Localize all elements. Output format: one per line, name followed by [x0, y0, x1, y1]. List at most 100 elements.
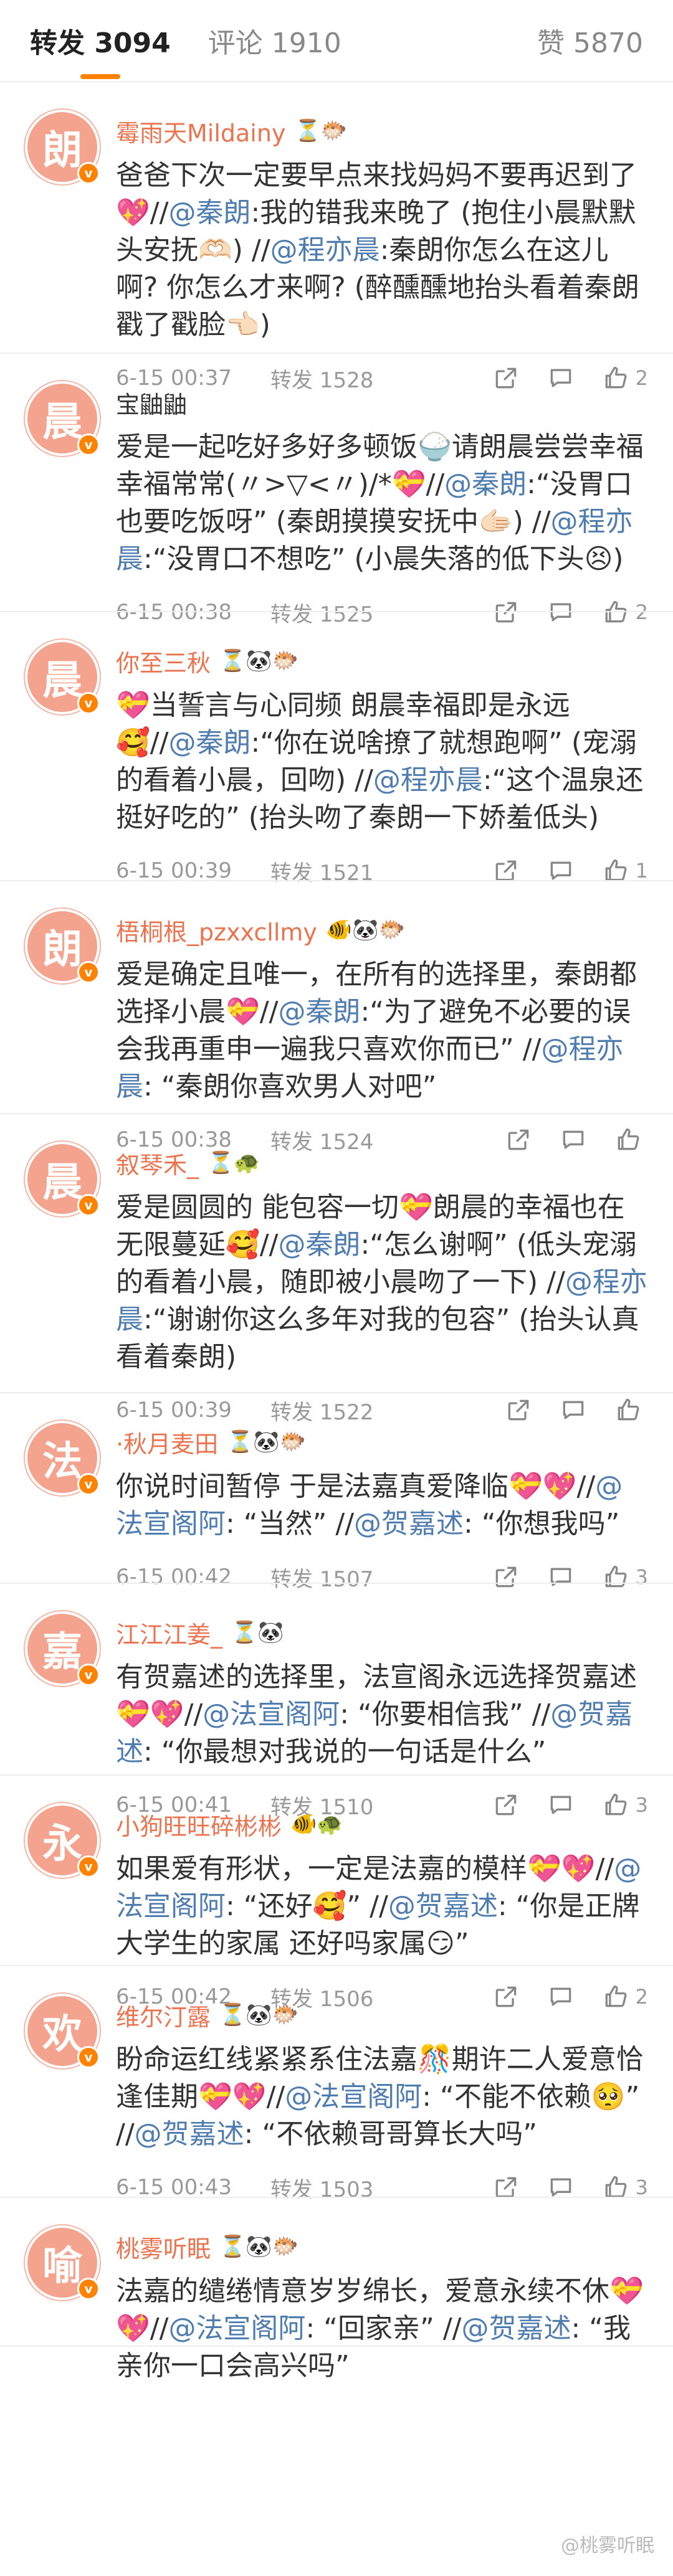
text-segment: :“谢谢你这么多年对我的包容” (抬头认真看着秦朗) [116, 1304, 639, 1373]
avatar[interactable]: 喻v [25, 2225, 100, 2300]
mention-link[interactable]: @贺嘉述 [461, 2313, 571, 2344]
text-segment: : “你要相信我” // [340, 1698, 551, 1730]
user-badges: ⏳🐼🐡 [219, 2002, 299, 2027]
user-badges: ⏳🐼🐡 [219, 2234, 299, 2259]
comment-button[interactable] [547, 2174, 575, 2201]
timestamp: 6-15 00:43 [116, 2175, 232, 2200]
mention-link[interactable]: @贺嘉述 [354, 1508, 464, 1540]
tab-comment[interactable]: 评论 1910 [208, 21, 341, 60]
user-row: 叙琴禾_ ⏳🐢 [116, 1145, 648, 1180]
like-count: 3 [635, 2176, 648, 2199]
username[interactable]: 叙琴禾_ [116, 1146, 199, 1180]
comment-button[interactable] [547, 857, 575, 884]
thumbs-up-icon [605, 2176, 627, 2198]
verified-badge-icon: v [77, 2278, 100, 2300]
repost-item: 欢 v 维尔汀露 ⏳🐼🐡 盼命运红线紧紧系住法嘉🎊期许二人爱意恰逢佳期💝💖//@法宣阁阿… [0, 1966, 673, 2202]
avatar-glyph: 法 [42, 1438, 82, 1485]
comment-icon [550, 861, 571, 880]
verified-badge-icon: v [77, 1855, 100, 1878]
verified-badge-icon: v [77, 1473, 100, 1495]
avatar[interactable]: 朗v [25, 909, 100, 983]
mention-link[interactable]: @秦朗 [278, 1229, 360, 1261]
user-row: 宝鼬鼬 [116, 385, 648, 420]
mention-link[interactable]: @秦朗 [168, 727, 251, 759]
verified-badge-icon: v [77, 1664, 100, 1686]
user-badges: ⏳🐼🐡 [219, 648, 299, 673]
user-badges: 🐠🐼🐡 [325, 917, 405, 942]
avatar-glyph: 喻 [42, 2243, 82, 2290]
mention-link[interactable]: @秦朗 [444, 468, 527, 500]
mention-link[interactable]: @法宣阁阿 [285, 2081, 422, 2113]
avatar[interactable]: 法v [25, 1421, 100, 1495]
repost-text: 法嘉的缱绻情意岁岁绵长，爱意永续不休💝💖//@法宣阁阿: “回家亲” //@贺嘉… [116, 2273, 648, 2385]
avatar[interactable]: 晨v [25, 1142, 100, 1216]
text-segment: :“没胃口不想吃” (小晨失落的低下头😣) [143, 543, 624, 575]
user-row: 桃雾听眠 ⏳🐼🐡 [116, 2229, 648, 2264]
verified-badge-icon: v [77, 2046, 100, 2068]
username[interactable]: 小狗旺旺碎彬彬 [116, 1807, 282, 1842]
username[interactable]: 霉雨天Mildainy [116, 114, 285, 148]
repost-text: 爱是一起吃好多好多顿饭🍚请朗晨尝尝幸福 幸福常常(〃>▽<〃)/*💝//@秦朗:… [116, 429, 648, 578]
avatar[interactable]: 永v [25, 1803, 100, 1878]
text-segment: : “当然” // [226, 1508, 355, 1540]
share-button[interactable] [492, 2174, 520, 2201]
repost-text: 有贺嘉述的选择里，法宣阁永远选择贺嘉述💝💖//@法宣阁阿: “你要相信我” //… [116, 1659, 648, 1771]
username[interactable]: 维尔汀露 [116, 1998, 211, 2032]
repost-text: 爱是圆圆的 能包容一切💝朗晨的幸福也在无限蔓延🥰//@秦朗:“怎么谢啊” (低头… [116, 1189, 648, 1376]
like-button[interactable]: 1 [602, 857, 648, 884]
like-button[interactable]: 3 [602, 2174, 648, 2201]
text-segment: : “回家亲” // [305, 2313, 462, 2344]
verified-badge-icon: v [77, 433, 100, 456]
share-icon [495, 860, 516, 881]
user-row: 霉雨天Mildainy ⏳🐡 [116, 113, 648, 148]
thumbs-up-icon [605, 859, 627, 881]
verified-badge-icon: v [77, 162, 100, 184]
text-segment: 如果爱有形状，一定是法嘉的模样💝💖// [116, 1853, 614, 1885]
username[interactable]: 梧桐根_pzxxcllmy [116, 913, 317, 947]
user-badges: ⏳🐡 [294, 118, 348, 143]
repost-text: 你说时间暂停 于是法嘉真爱降临💝💖//@法宣阁阿: “当然” //@贺嘉述: “… [116, 1468, 648, 1543]
username[interactable]: ·秋月麦田 [116, 1425, 218, 1459]
avatar[interactable]: 欢v [25, 1994, 100, 2068]
username[interactable]: 宝鼬鼬 [116, 386, 187, 420]
mention-link[interactable]: @秦朗 [278, 996, 360, 1028]
user-row: 你至三秋 ⏳🐼🐡 [116, 643, 648, 678]
mention-link[interactable]: @贺嘉述 [135, 2118, 244, 2150]
user-badges: ⏳🐢 [208, 1150, 260, 1175]
tab-like[interactable]: 赞 5870 [537, 21, 643, 60]
repost-text: 爸爸下次一定要早点来找妈妈不要再迟到了💖//@秦朗:我的错我来晚了 (抱住小晨默… [116, 157, 648, 344]
avatar[interactable]: 晨v [25, 381, 100, 456]
mention-link[interactable]: @秦朗 [168, 197, 251, 229]
avatar-glyph: 永 [42, 1821, 82, 1867]
repost-item: 喻 v 桃雾听眠 ⏳🐼🐡 法嘉的缱绻情意岁岁绵长，爱意永续不休💝💖//@法宣阁阿: “回… [0, 2198, 673, 2382]
user-row: ·秋月麦田 ⏳🐼🐡 [116, 1424, 648, 1459]
verified-badge-icon: v [77, 961, 100, 983]
avatar[interactable]: 嘉v [25, 1611, 100, 1686]
avatar[interactable]: 朗v [25, 110, 100, 184]
avatar[interactable]: 晨v [25, 640, 100, 714]
avatar-glyph: 欢 [42, 2011, 82, 2058]
repost-item: 朗 v 梧桐根_pzxxcllmy 🐠🐼🐡 爱是确定且唯一，在所有的选择里，秦朗都选择小… [0, 881, 673, 1155]
user-row: 梧桐根_pzxxcllmy 🐠🐼🐡 [116, 912, 648, 947]
like-count: 1 [635, 859, 648, 883]
share-button[interactable] [492, 857, 520, 884]
user-badges: ⏳🐼 [231, 1620, 284, 1645]
username[interactable]: 你至三秋 [116, 644, 211, 678]
watermark: @桃雾听眠 [561, 2535, 654, 2557]
username[interactable]: 江江江姜_ [116, 1616, 222, 1650]
timestamp: 6-15 00:39 [116, 858, 232, 883]
verified-badge-icon: v [77, 692, 100, 714]
mention-link[interactable]: @程亦晨 [270, 234, 380, 266]
avatar-glyph: 朗 [42, 127, 82, 174]
mention-link[interactable]: @程亦晨 [373, 764, 483, 796]
tab-forward[interactable]: 转发 3094 [30, 21, 171, 60]
mention-link[interactable]: @法宣阁阿 [168, 2313, 305, 2344]
text-segment: : “不依赖哥哥算长大吗” [244, 2118, 538, 2150]
mention-link[interactable]: @贺嘉述 [388, 1890, 498, 1922]
avatar-glyph: 晨 [42, 1159, 82, 1206]
avatar-glyph: 朗 [42, 926, 82, 973]
mention-link[interactable]: @法宣阁阿 [203, 1698, 340, 1730]
repost-text: 如果爱有形状，一定是法嘉的模样💝💖//@法宣阁阿: “还好🥰” //@贺嘉述: … [116, 1850, 648, 1963]
text-segment: : “秦朗你喜欢男人对吧” [143, 1071, 437, 1102]
username[interactable]: 桃雾听眠 [116, 2230, 211, 2264]
